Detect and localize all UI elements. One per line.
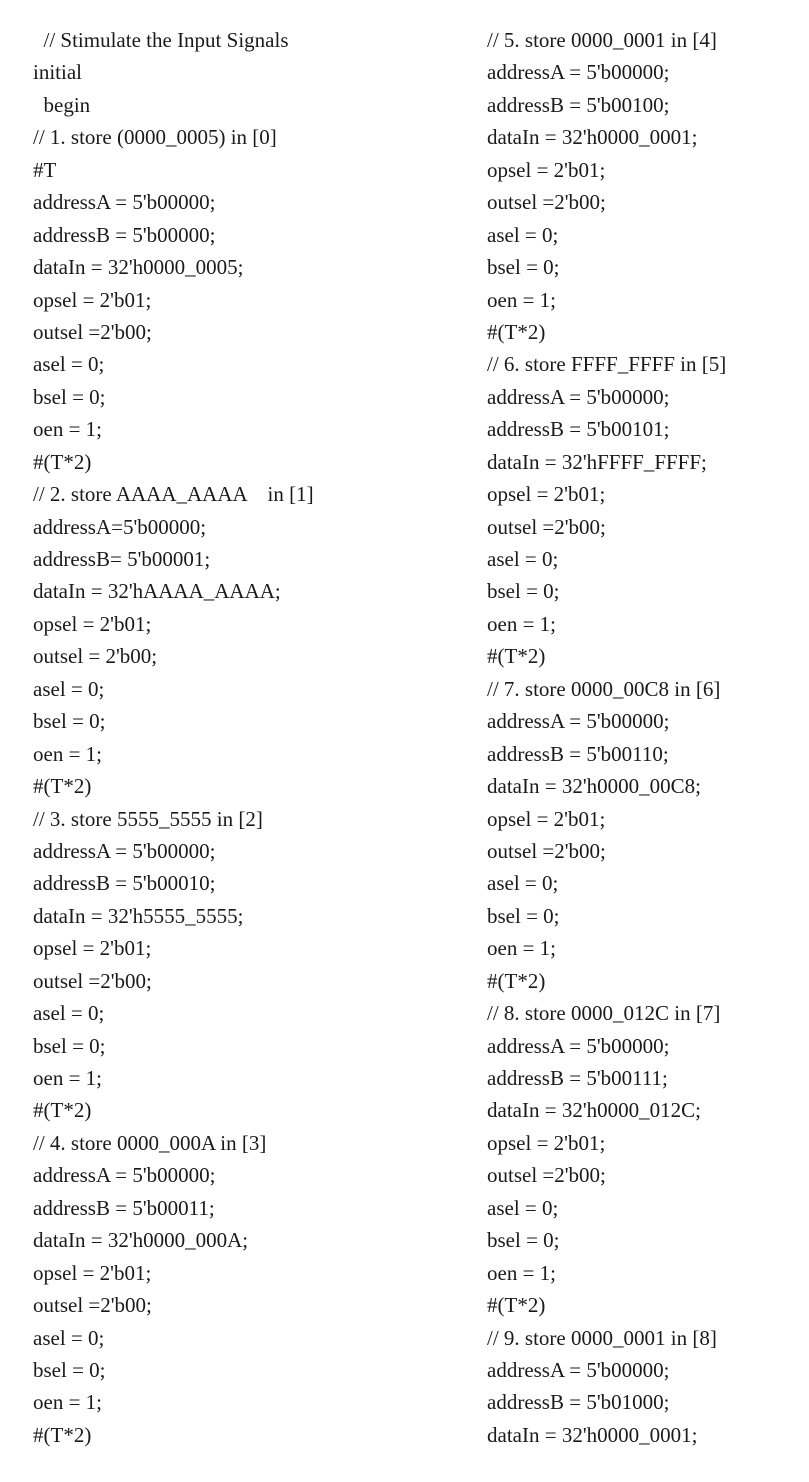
code-line: asel = 0;: [33, 676, 105, 701]
code-line: // 6. store FFFF_FFFF in [5]: [487, 352, 727, 377]
code-line: dataIn = 32'h0000_0001;: [487, 1422, 698, 1447]
code-line: outsel =2'b00;: [487, 190, 606, 215]
code-line: opsel = 2'b01;: [487, 482, 606, 507]
code-line: outsel =2'b00;: [487, 838, 606, 863]
code-line: dataIn = 32'h0000_00C8;: [487, 774, 701, 799]
code-line: #T: [33, 157, 57, 182]
code-line: bsel = 0;: [33, 1033, 106, 1058]
code-line: outsel = 2'b00;: [33, 644, 158, 669]
code-line: bsel = 0;: [33, 384, 106, 409]
code-line: outsel =2'b00;: [487, 514, 606, 539]
code-line: opsel = 2'b01;: [487, 806, 606, 831]
code-line: // 9. store 0000_0001 in [8]: [487, 1325, 717, 1350]
code-line: asel = 0;: [33, 1001, 105, 1026]
code-line: addressA = 5'b00000;: [487, 60, 670, 85]
code-line: oen = 1;: [487, 936, 556, 961]
code-line: oen = 1;: [487, 287, 556, 312]
code-line: dataIn = 32'h0000_012C;: [487, 1098, 701, 1123]
code-line: oen = 1;: [33, 1066, 102, 1090]
code-line: #(T*2): [487, 644, 546, 669]
code-line: // 1. store (0000_0005) in [0]: [33, 125, 277, 150]
code-line: bsel = 0;: [487, 903, 560, 928]
code-line: bsel = 0;: [487, 255, 560, 280]
code-line: // 3. store 5555_5555 in [2]: [33, 806, 263, 831]
code-line: asel = 0;: [33, 352, 105, 377]
code-line: addressA = 5'b00000;: [487, 709, 670, 734]
code-line: asel = 0;: [33, 1325, 105, 1350]
code-line: outsel =2'b00;: [33, 319, 152, 344]
code-line: opsel = 2'b01;: [33, 1260, 152, 1285]
code-line: opsel = 2'b01;: [487, 157, 606, 182]
code-line: addressB = 5'b00000;: [33, 222, 216, 247]
code-line: addressA = 5'b00000;: [33, 1163, 216, 1188]
code-line: dataIn = 32'h5555_5555;: [33, 903, 244, 928]
code-line: oen = 1;: [487, 611, 556, 636]
code-line: initial: [33, 60, 82, 85]
code-line: #(T*2): [33, 1098, 92, 1123]
code-line: outsel =2'b00;: [487, 1163, 606, 1188]
code-line: dataIn = 32'h0000_0001;: [487, 125, 698, 150]
code-line: oen = 1;: [33, 741, 102, 766]
code-column-left: // Stimulate the Input Signals initial be…: [33, 24, 314, 1451]
code-line: dataIn = 32'hAAAA_AAAA;: [33, 579, 281, 604]
code-line: asel = 0;: [487, 1195, 559, 1220]
code-line: // 4. store 0000_000A in [3]: [33, 1130, 267, 1155]
code-line: #(T*2): [487, 1293, 546, 1318]
code-line: bsel = 0;: [487, 579, 560, 604]
code-line: addressA = 5'b00000;: [487, 1357, 670, 1382]
code-line: addressB = 5'b00100;: [487, 92, 670, 117]
code-line: #(T*2): [33, 1422, 92, 1447]
code-line: oen = 1;: [33, 417, 102, 442]
code-column-right: // 5. store 0000_0001 in [4] addressA = 5…: [487, 24, 726, 1451]
code-line: asel = 0;: [487, 222, 559, 247]
code-line: dataIn = 32'hFFFF_FFFF;: [487, 449, 707, 474]
code-line: outsel =2'b00;: [33, 968, 152, 993]
code-line: #(T*2): [487, 968, 546, 993]
code-line: dataIn = 32'h0000_0005;: [33, 255, 244, 280]
code-line: opsel = 2'b01;: [33, 287, 152, 312]
code-line: // 7. store 0000_00C8 in [6]: [487, 676, 721, 701]
code-line: #(T*2): [487, 319, 546, 344]
code-line: bsel = 0;: [33, 709, 106, 734]
code-line: addressB= 5'b00001;: [33, 547, 211, 571]
code-line: asel = 0;: [487, 547, 559, 571]
code-line: oen = 1;: [487, 1260, 556, 1285]
code-line: addressB = 5'b00010;: [33, 871, 216, 896]
code-line: opsel = 2'b01;: [33, 936, 152, 961]
code-line: begin: [33, 92, 91, 117]
code-line: addressB = 5'b00111;: [487, 1066, 668, 1090]
code-line: addressA = 5'b00000;: [33, 190, 216, 215]
code-line: addressB = 5'b00101;: [487, 417, 670, 442]
code-line: outsel =2'b00;: [33, 1293, 152, 1318]
code-line: // 5. store 0000_0001 in [4]: [487, 28, 717, 52]
code-line: // 2. store AAAA_AAAA in [1]: [33, 482, 314, 507]
code-line: addressB = 5'b01000;: [487, 1390, 670, 1415]
code-line: addressA = 5'b00000;: [33, 838, 216, 863]
code-line: bsel = 0;: [33, 1357, 106, 1382]
code-line: opsel = 2'b01;: [487, 1130, 606, 1155]
code-line: #(T*2): [33, 774, 92, 799]
code-line: addressA = 5'b00000;: [487, 384, 670, 409]
code-line: // Stimulate the Input Signals: [33, 28, 289, 52]
code-line: addressA=5'b00000;: [33, 514, 207, 539]
code-line: // 8. store 0000_012C in [7]: [487, 1001, 721, 1026]
code-line: asel = 0;: [487, 871, 559, 896]
code-line: addressB = 5'b00011;: [33, 1195, 215, 1220]
code-line: bsel = 0;: [487, 1228, 560, 1253]
code-line: addressB = 5'b00110;: [487, 741, 669, 766]
code-line: #(T*2): [33, 449, 92, 474]
code-line: dataIn = 32'h0000_000A;: [33, 1228, 249, 1253]
code-line: addressA = 5'b00000;: [487, 1033, 670, 1058]
code-line: opsel = 2'b01;: [33, 611, 152, 636]
code-line: oen = 1;: [33, 1390, 102, 1415]
